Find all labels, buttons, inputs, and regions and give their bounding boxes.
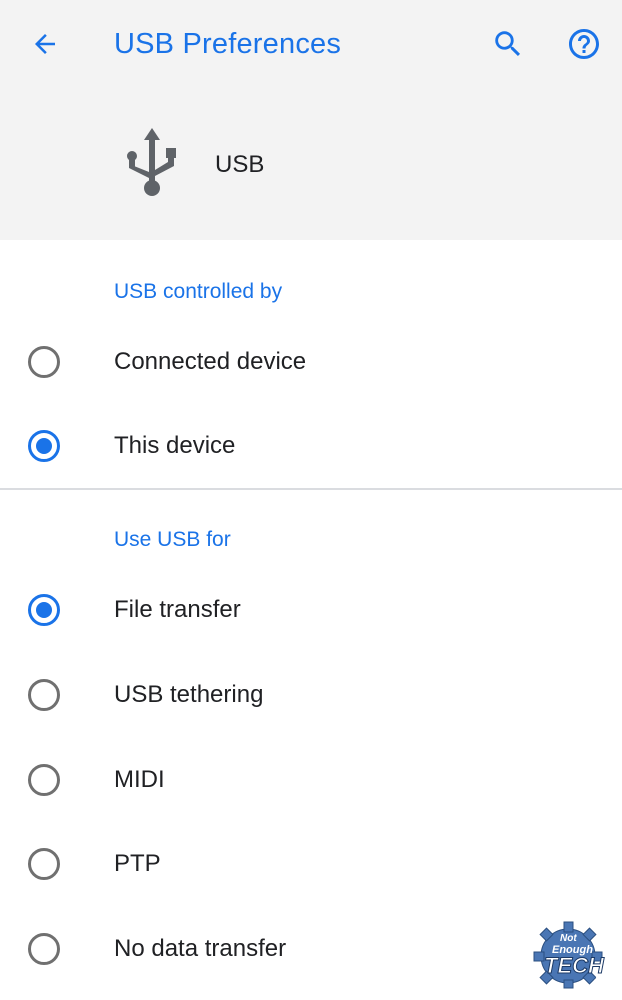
radio-button[interactable] <box>28 679 60 711</box>
radio-option-this-device[interactable]: This device <box>0 404 622 488</box>
radio-option-ptp[interactable]: PTP <box>0 822 622 906</box>
radio-option-no-data-transfer[interactable]: No data transfer <box>0 907 622 991</box>
option-label: File transfer <box>114 596 241 623</box>
option-label: No data transfer <box>114 935 287 962</box>
arrow-back-icon <box>35 34 55 54</box>
radio-option-midi[interactable]: MIDI <box>0 738 622 822</box>
option-label: This device <box>114 432 236 459</box>
radio-button-checked[interactable] <box>28 430 60 462</box>
search-icon <box>495 31 521 57</box>
radio-option-connected-device[interactable]: Connected device <box>0 320 622 404</box>
option-label: Connected device <box>114 348 307 375</box>
page-title: USB Preferences <box>114 28 342 60</box>
radio-option-usb-tethering[interactable]: USB tethering <box>0 653 622 737</box>
option-label: PTP <box>114 850 161 877</box>
watermark-text-line1: Not <box>560 933 577 944</box>
app-bar: USB Preferences USB <box>0 0 622 240</box>
usb-label: USB <box>215 151 265 178</box>
radio-button[interactable] <box>28 933 60 965</box>
search-button[interactable] <box>484 22 532 66</box>
option-label: MIDI <box>114 766 165 793</box>
watermark-text-line3: TECH <box>544 953 605 978</box>
section-divider <box>0 488 622 490</box>
back-button[interactable] <box>20 22 70 66</box>
help-circle-icon <box>569 29 599 59</box>
section-title-use-usb-for: Use USB for <box>114 528 231 551</box>
radio-button[interactable] <box>28 346 60 378</box>
radio-button[interactable] <box>28 764 60 796</box>
help-button[interactable] <box>560 22 608 66</box>
section-title-controlled-by: USB controlled by <box>114 280 283 303</box>
watermark-text-suffix: .com <box>594 976 607 982</box>
usb-icon <box>127 128 176 196</box>
radio-option-file-transfer[interactable]: File transfer <box>0 568 622 652</box>
radio-button-checked[interactable] <box>28 594 60 626</box>
option-label: USB tethering <box>114 681 264 708</box>
watermark-logo: Not Enough TECH .com <box>533 921 607 989</box>
radio-button[interactable] <box>28 848 60 880</box>
